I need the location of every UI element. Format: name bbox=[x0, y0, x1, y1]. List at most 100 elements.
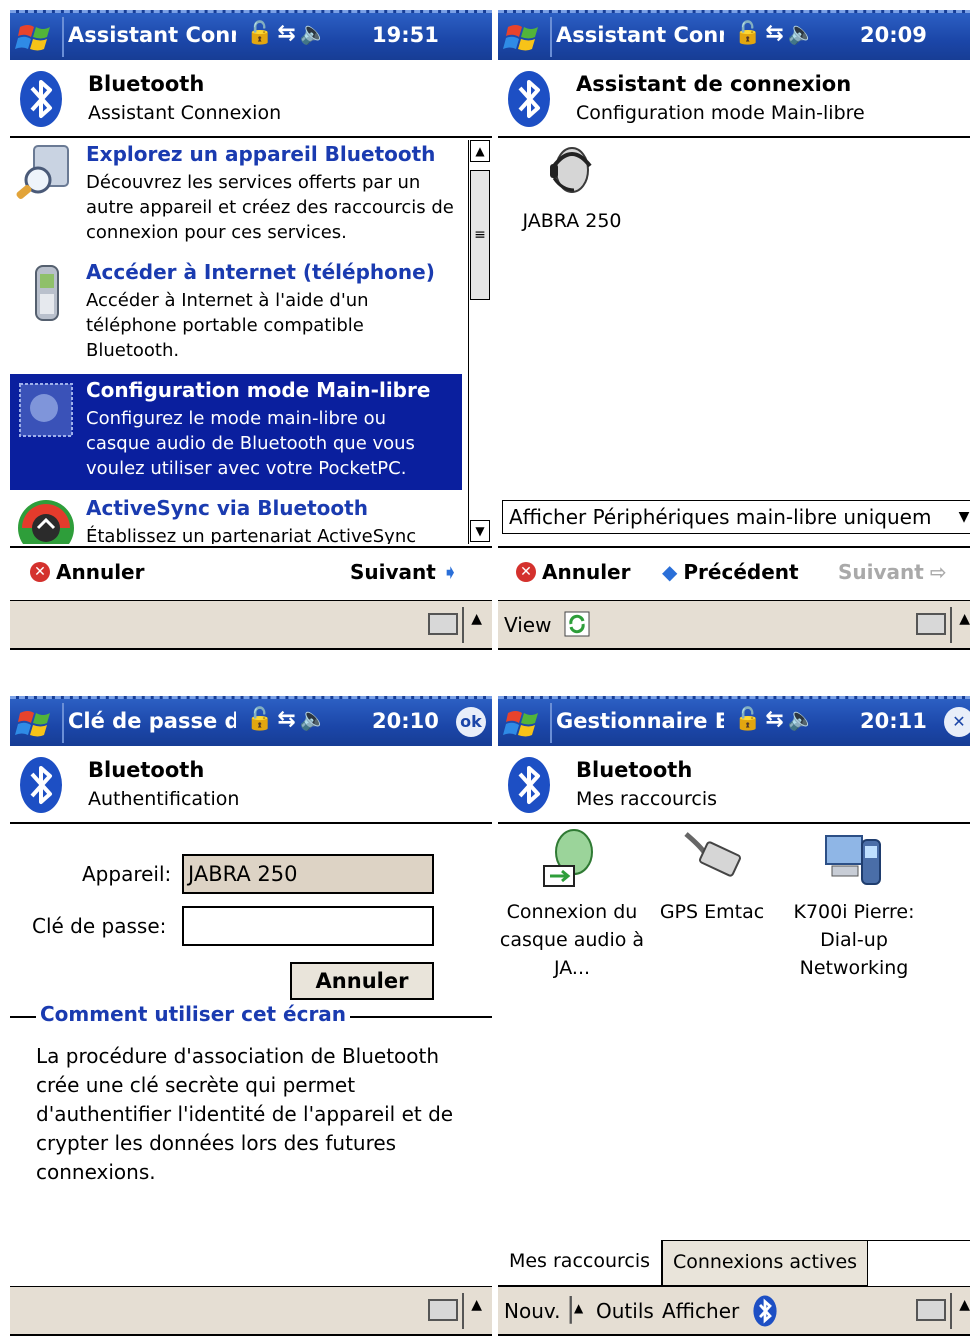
title-separator bbox=[550, 17, 552, 57]
menu-separator bbox=[950, 607, 952, 643]
keyboard-icon[interactable] bbox=[428, 613, 458, 635]
title-bar: Assistant Conne 🔓⇆🔈 20:09 bbox=[498, 10, 970, 60]
arrow-right-icon: ⇨ bbox=[929, 560, 947, 584]
help-section-header: Comment utiliser cet écran bbox=[10, 1002, 492, 1032]
menu-view[interactable]: Afficher bbox=[662, 1299, 739, 1323]
menu-separator bbox=[462, 1293, 464, 1329]
bluetooth-icon bbox=[20, 757, 62, 813]
handsfree-icon bbox=[19, 383, 73, 437]
close-icon[interactable]: ✕ bbox=[944, 707, 970, 737]
keyboard-icon[interactable] bbox=[428, 1299, 458, 1321]
header-title: Assistant de connexion bbox=[576, 72, 852, 96]
keyboard-icon[interactable] bbox=[916, 1299, 946, 1321]
shortcut-item[interactable]: K700i Pierre: Dial-up Networking bbox=[780, 826, 928, 982]
clock[interactable]: 19:51 bbox=[372, 23, 439, 47]
cancel-button[interactable]: ✕ Annuler bbox=[516, 560, 630, 584]
shortcut-item[interactable]: Connexion du casque audio à JA... bbox=[498, 826, 646, 982]
list-item-activesync[interactable]: ActiveSync via Bluetooth Établissez un p… bbox=[10, 492, 462, 544]
item-title: Explorez un appareil Bluetooth bbox=[86, 142, 436, 166]
status-icons[interactable]: 🔓⇆🔈 bbox=[734, 707, 819, 732]
mobile-phone-icon bbox=[35, 265, 59, 321]
cancel-button[interactable]: Annuler bbox=[290, 962, 434, 1000]
serial-cable-icon bbox=[684, 832, 741, 877]
headset-icon bbox=[550, 147, 592, 193]
title-separator bbox=[550, 703, 552, 743]
clock[interactable]: 20:11 bbox=[860, 709, 927, 733]
menu-bar: View ▲ bbox=[498, 600, 970, 650]
device-item[interactable]: JABRA 250 bbox=[512, 140, 632, 232]
input-arrow-icon[interactable]: ▲ bbox=[471, 1297, 482, 1313]
input-arrow-icon[interactable]: ▲ bbox=[471, 611, 482, 627]
screen-authentication: Clé de passe de l 🔓⇆🔈 20:10 ok Bluetooth… bbox=[10, 696, 492, 1338]
tab-active-connections[interactable]: Connexions actives bbox=[662, 1240, 868, 1286]
header-subtitle: Configuration mode Main-libre bbox=[576, 102, 865, 124]
next-button[interactable]: Suivant ⇨ bbox=[838, 560, 947, 584]
next-label: Suivant bbox=[350, 560, 436, 584]
cancel-button[interactable]: ✕ Annuler bbox=[30, 560, 144, 584]
menu-up-arrow-icon[interactable]: ▲ bbox=[574, 1301, 583, 1315]
ok-button[interactable]: ok bbox=[456, 707, 486, 737]
clock[interactable]: 20:10 bbox=[372, 709, 439, 733]
shortcut-label: Connexion du casque audio à JA... bbox=[499, 901, 645, 979]
menu-tools[interactable]: Outils bbox=[596, 1299, 654, 1323]
title-separator bbox=[62, 17, 64, 57]
item-description: Accéder à Internet à l'aide d'un télépho… bbox=[86, 290, 369, 361]
scroll-down-icon[interactable]: ▼ bbox=[470, 520, 490, 542]
input-arrow-icon[interactable]: ▲ bbox=[959, 1297, 970, 1313]
scroll-up-icon[interactable]: ▲ bbox=[470, 140, 490, 162]
dropdown-value: Afficher Périphériques main-libre unique… bbox=[509, 505, 932, 529]
scroll-thumb[interactable]: ≡ bbox=[470, 170, 490, 300]
refresh-icon[interactable] bbox=[564, 611, 590, 642]
item-description: Établissez un partenariat ActiveSync bbox=[86, 526, 417, 544]
clock[interactable]: 20:09 bbox=[860, 23, 927, 47]
window-title: Gestionnaire Blu bbox=[556, 709, 724, 733]
chevron-down-icon[interactable]: ▼ bbox=[955, 501, 970, 533]
page-header: Assistant de connexion Configuration mod… bbox=[498, 60, 970, 138]
cancel-label: Annuler bbox=[56, 560, 145, 584]
title-bar: Gestionnaire Blu 🔓⇆🔈 20:11 ✕ bbox=[498, 696, 970, 746]
windows-start-icon[interactable] bbox=[14, 19, 58, 57]
header-title: Bluetooth bbox=[88, 72, 205, 96]
input-arrow-icon[interactable]: ▲ bbox=[959, 611, 970, 627]
menu-separator bbox=[462, 607, 464, 643]
activesync-icon bbox=[18, 500, 74, 544]
title-separator bbox=[62, 703, 64, 743]
list-item-internet-phone[interactable]: Accéder à Internet (téléphone) Accéder à… bbox=[10, 256, 462, 374]
menu-view[interactable]: View bbox=[504, 613, 551, 637]
windows-start-icon[interactable] bbox=[502, 705, 546, 743]
status-icons[interactable]: 🔓⇆🔈 bbox=[246, 707, 331, 732]
list-item-explore[interactable]: Explorez un appareil Bluetooth Découvrez… bbox=[10, 138, 462, 256]
list-item-handsfree[interactable]: Configuration mode Main-libre Configurez… bbox=[10, 374, 462, 490]
bluetooth-icon bbox=[20, 71, 62, 127]
header-subtitle: Assistant Connexion bbox=[88, 102, 282, 124]
help-text: La procédure d'association de Bluetooth … bbox=[36, 1044, 454, 1184]
previous-button[interactable]: ◆ Précédent bbox=[662, 560, 799, 584]
bluetooth-icon bbox=[508, 71, 550, 127]
windows-start-icon[interactable] bbox=[502, 19, 546, 57]
header-title: Bluetooth bbox=[576, 758, 693, 782]
menu-new[interactable]: Nouv. bbox=[504, 1299, 561, 1323]
windows-start-icon[interactable] bbox=[14, 705, 58, 743]
status-icons[interactable]: 🔓⇆🔈 bbox=[246, 21, 331, 46]
wizard-buttons: ✕ Annuler Suivant ➧ bbox=[10, 546, 492, 600]
window-title: Clé de passe de l bbox=[68, 709, 236, 733]
previous-label: Précédent bbox=[683, 560, 799, 584]
header-subtitle: Authentification bbox=[88, 788, 240, 810]
device-filter-dropdown[interactable]: Afficher Périphériques main-libre unique… bbox=[502, 500, 970, 534]
magnifier-device-icon bbox=[16, 145, 69, 199]
menu-bar: ▲ bbox=[10, 600, 492, 650]
shortcut-item[interactable]: GPS Emtac bbox=[638, 826, 786, 926]
scrollbar[interactable]: ▲ ≡ ▼ bbox=[468, 140, 491, 544]
arrow-right-icon: ➧ bbox=[441, 560, 459, 584]
wizard-buttons: ✕ Annuler ◆ Précédent Suivant ⇨ bbox=[498, 546, 970, 600]
keyboard-icon[interactable] bbox=[916, 613, 946, 635]
status-icons[interactable]: 🔓⇆🔈 bbox=[734, 21, 819, 46]
item-title: Accéder à Internet (téléphone) bbox=[86, 260, 435, 284]
bluetooth-tray-icon[interactable] bbox=[752, 1295, 778, 1332]
page-header: Bluetooth Assistant Connexion bbox=[10, 60, 492, 138]
tab-my-shortcuts[interactable]: Mes raccourcis bbox=[498, 1240, 662, 1286]
next-button[interactable]: Suivant ➧ bbox=[350, 560, 459, 584]
screen-bluetooth-manager: Gestionnaire Blu 🔓⇆🔈 20:11 ✕ Bluetooth M… bbox=[498, 696, 970, 1338]
item-title: ActiveSync via Bluetooth bbox=[86, 496, 368, 520]
passkey-input[interactable] bbox=[182, 906, 434, 946]
